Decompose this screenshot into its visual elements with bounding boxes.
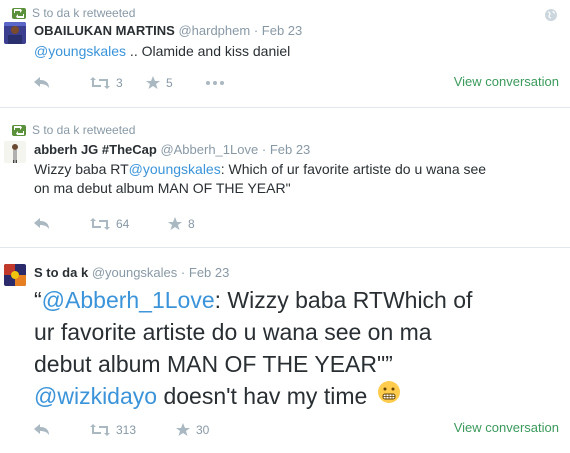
retweet-context-text: S to da k retweeted: [32, 6, 136, 20]
retweet-context: S to da k retweeted: [12, 6, 135, 20]
avatar[interactable]: [4, 22, 26, 44]
tweet-actions: 313 30: [34, 423, 236, 437]
retweet-context-icon: [12, 124, 26, 136]
tweet-actions: 3 5: [34, 76, 224, 90]
author-name[interactable]: S to da k: [34, 265, 88, 280]
favorite-icon: [176, 423, 190, 436]
tweet-text-line1: : Wizzy baba RTWhich of: [214, 287, 473, 313]
tweet-text-line4: doesn't hav my time: [157, 383, 368, 409]
tweet-actions: 64 8: [34, 217, 228, 231]
separator: ·: [253, 23, 259, 38]
retweet-button[interactable]: 3: [90, 76, 146, 90]
tweet-text: @youngskales .. Olamide and kiss daniel: [34, 42, 290, 61]
favorite-count: 5: [166, 76, 173, 90]
tweet-date[interactable]: Feb 23: [189, 265, 229, 280]
retweet-count: 313: [116, 423, 137, 437]
avatar[interactable]: [4, 264, 26, 286]
author-handle[interactable]: @youngskales: [92, 265, 177, 280]
tweet-text-line3: debut album MAN OF THE YEAR"”: [34, 351, 393, 377]
retweet-icon: [90, 424, 110, 436]
tweet-text-rest: .. Olamide and kiss daniel: [126, 43, 291, 59]
favorite-icon: [168, 217, 182, 230]
reply-icon: [34, 218, 49, 229]
favorite-button[interactable]: 5: [146, 76, 206, 90]
retweet-icon: [90, 218, 110, 230]
separator: ·: [261, 142, 267, 157]
tweet-header: abberh JG #TheCap @Abberh_1Love · Feb 23: [34, 142, 310, 157]
tweet-text-rest: : Which of ur favorite artiste do u wana…: [220, 161, 487, 177]
tweet-text: “@Abberh_1Love: Wizzy baba RTWhich of ur…: [34, 284, 472, 412]
favorite-count: 8: [188, 217, 195, 231]
favorite-button[interactable]: 8: [168, 217, 228, 231]
retweet-icon: [90, 77, 110, 89]
favorite-count: 30: [196, 423, 210, 437]
retweet-context: S to da k retweeted: [12, 123, 135, 137]
avatar[interactable]: [4, 141, 26, 163]
separator: ·: [180, 265, 186, 280]
mention-link[interactable]: @Abberh_1Love: [42, 287, 215, 313]
tweet-2[interactable]: S to da k retweeted abberh JG #TheCap @A…: [0, 108, 570, 248]
more-icon: [206, 81, 224, 85]
favorite-button[interactable]: 30: [176, 423, 236, 437]
author-name[interactable]: OBAILUKAN MARTINS: [34, 23, 175, 38]
retweet-count: 64: [116, 217, 130, 231]
globe-icon[interactable]: [544, 8, 558, 27]
retweet-context-icon: [12, 7, 26, 19]
tweet-date[interactable]: Feb 23: [270, 142, 310, 157]
favorite-icon: [146, 76, 160, 89]
grimace-emoji-icon: [377, 380, 401, 412]
tweet-text-line2: on ma debut album MAN OF THE YEAR": [34, 180, 291, 196]
mention-link[interactable]: @youngskales: [129, 161, 221, 177]
tweet-3[interactable]: S to da k @youngskales · Feb 23 “@Abberh…: [0, 248, 570, 453]
view-conversation-link[interactable]: View conversation: [454, 420, 559, 435]
tweet-text-line2: ur favorite artiste do u wana see on ma: [34, 319, 432, 345]
view-conversation-link[interactable]: View conversation: [454, 74, 559, 89]
reply-button[interactable]: [34, 218, 90, 230]
retweet-button[interactable]: 64: [90, 217, 168, 231]
tweet-header: OBAILUKAN MARTINS @hardphem · Feb 23: [34, 23, 302, 38]
tweet-text-start: Wizzy baba RT: [34, 161, 129, 177]
reply-icon: [34, 77, 49, 88]
author-handle[interactable]: @hardphem: [178, 23, 250, 38]
quote-mark: “: [34, 287, 42, 313]
tweet-text: Wizzy baba RT@youngskales: Which of ur f…: [34, 160, 486, 198]
tweet-1[interactable]: S to da k retweeted OBAILUKAN MARTINS @h…: [0, 0, 570, 118]
retweet-button[interactable]: 313: [90, 423, 176, 437]
retweet-context-text: S to da k retweeted: [32, 123, 136, 137]
mention-link[interactable]: @youngskales: [34, 43, 126, 59]
mention-link[interactable]: @wizkidayo: [34, 380, 157, 412]
reply-button[interactable]: [34, 424, 90, 436]
retweet-count: 3: [116, 76, 123, 90]
tweet-header: S to da k @youngskales · Feb 23: [34, 265, 229, 280]
reply-icon: [34, 424, 49, 435]
author-name[interactable]: abberh JG #TheCap: [34, 142, 157, 157]
more-button[interactable]: [206, 81, 224, 85]
tweet-date[interactable]: Feb 23: [262, 23, 302, 38]
author-handle[interactable]: @Abberh_1Love: [160, 142, 258, 157]
reply-button[interactable]: [34, 77, 90, 89]
